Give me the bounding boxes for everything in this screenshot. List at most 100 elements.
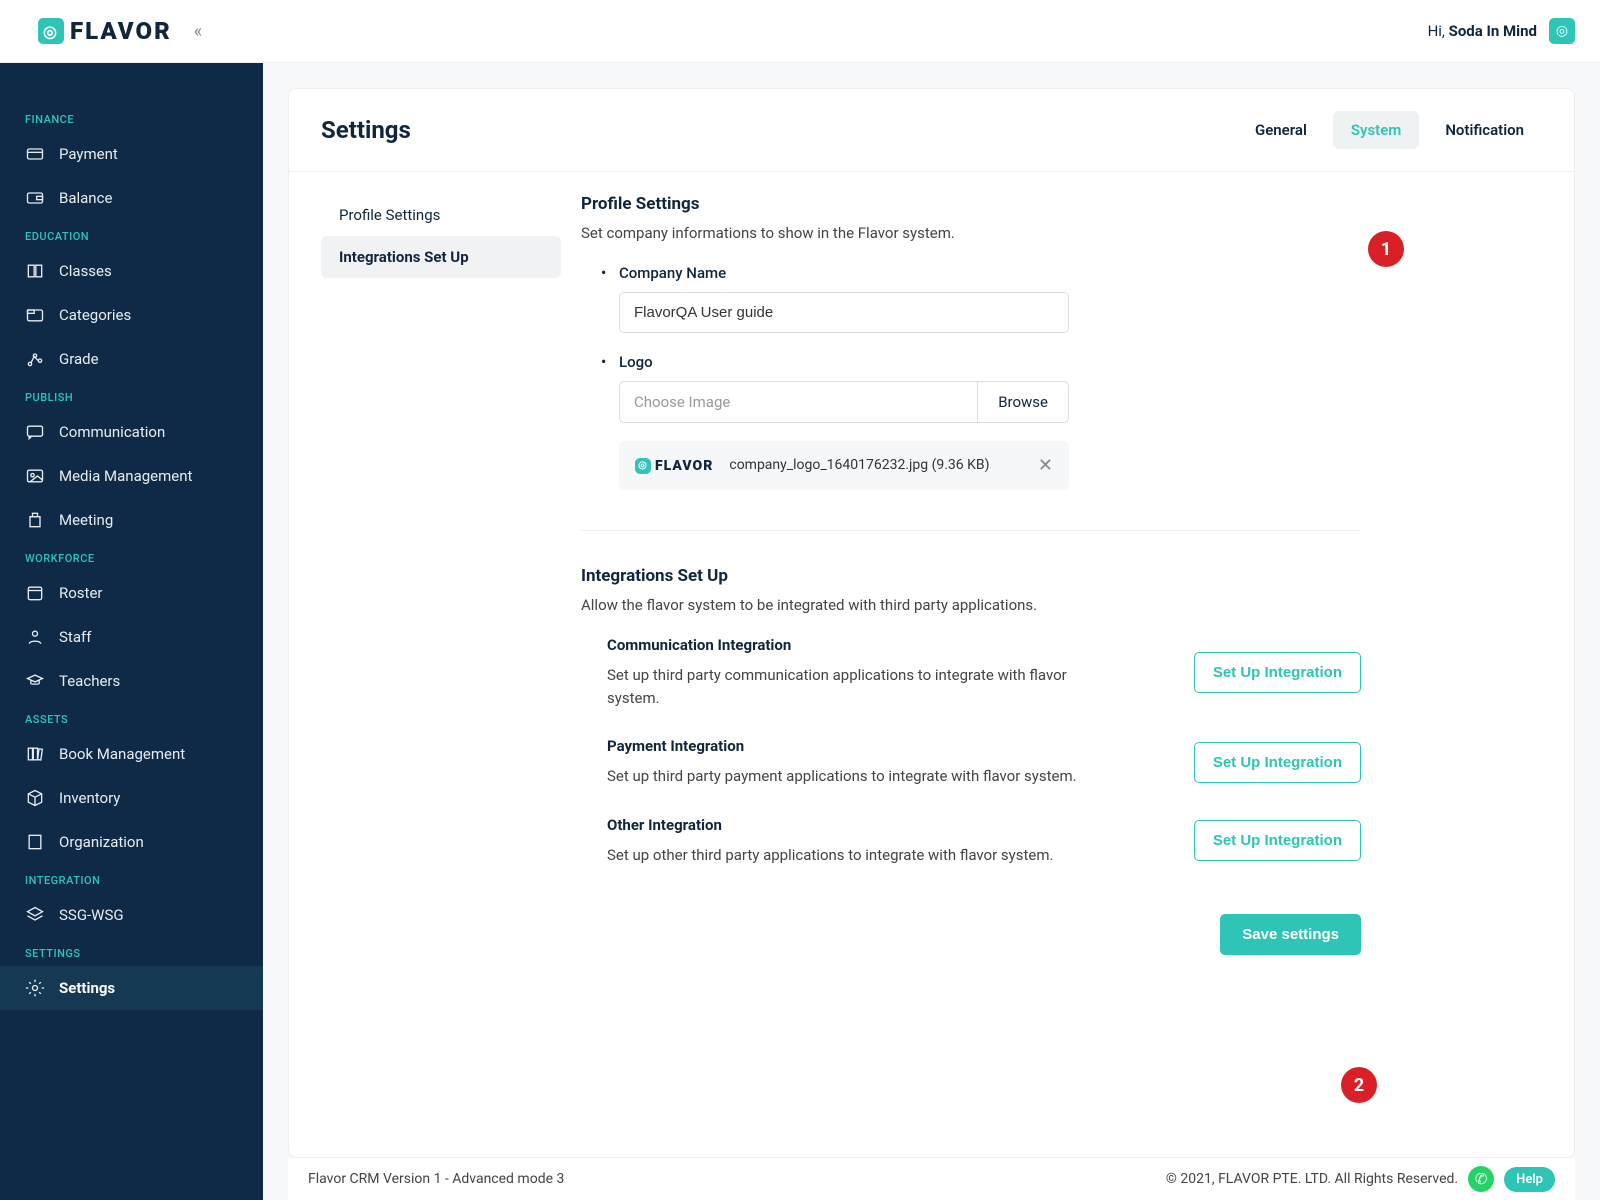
book-icon [25, 261, 45, 281]
nav-label: Meeting [59, 511, 113, 529]
nav-label: Grade [59, 350, 99, 368]
sidebar-item-roster[interactable]: Roster [0, 571, 263, 615]
profile-sub: Set company informations to show in the … [581, 224, 1361, 242]
sidebar-item-settings[interactable]: Settings [0, 966, 263, 1010]
nav-label: Organization [59, 833, 144, 851]
nav-label: Inventory [59, 789, 120, 807]
user-avatar[interactable]: ◎ [1549, 18, 1575, 44]
sidebar-item-book-management[interactable]: Book Management [0, 732, 263, 776]
tab-general[interactable]: General [1237, 111, 1325, 149]
nav-section-title: PUBLISH [0, 381, 263, 410]
logo-label: Logo [619, 353, 1361, 371]
tab-system[interactable]: System [1333, 111, 1419, 149]
setup-integration-button[interactable]: Set Up Integration [1194, 742, 1361, 783]
integration-desc: Set up third party payment applications … [607, 765, 1077, 788]
nav-section-title: EDUCATION [0, 220, 263, 249]
tab-notification[interactable]: Notification [1427, 111, 1542, 149]
chat-icon [25, 422, 45, 442]
nav-label: Book Management [59, 745, 185, 763]
sidebar-item-organization[interactable]: Organization [0, 820, 263, 864]
remove-file-icon[interactable]: ✕ [1038, 455, 1053, 476]
nav-section-title: ASSETS [0, 703, 263, 732]
sidebar-item-media-management[interactable]: Media Management [0, 454, 263, 498]
logo-mark-icon: ◎ [38, 18, 64, 44]
file-name: company_logo_1640176232.jpg (9.36 KB) [729, 456, 1022, 476]
save-settings-button[interactable]: Save settings [1220, 914, 1361, 955]
topbar: ◎ FLAVOR « Hi, Soda In Mind ◎ [0, 0, 1600, 63]
footer-version: Flavor CRM Version 1 - Advanced mode 3 [308, 1171, 564, 1187]
card-icon [25, 144, 45, 164]
integration-desc: Set up other third party applications to… [607, 844, 1053, 867]
sidebar-item-categories[interactable]: Categories [0, 293, 263, 337]
main: Settings GeneralSystemNotification Profi… [263, 63, 1600, 1200]
podium-icon [25, 510, 45, 530]
nav-label: Settings [59, 979, 115, 997]
integration-desc: Set up third party communication applica… [607, 664, 1077, 709]
sidebar-item-ssg-wsg[interactable]: SSG-WSG [0, 893, 263, 937]
integration-title: Communication Integration [607, 636, 1077, 654]
brand-text: FLAVOR [70, 17, 172, 45]
layers-icon [25, 905, 45, 925]
greeting: Hi, Soda In Mind [1428, 22, 1537, 40]
brand-logo[interactable]: ◎ FLAVOR [38, 17, 172, 45]
nav-label: Media Management [59, 467, 192, 485]
nav-label: Staff [59, 628, 91, 646]
nav-section-title: SETTINGS [0, 937, 263, 966]
footer: Flavor CRM Version 1 - Advanced mode 3 ©… [288, 1158, 1575, 1200]
nav-section-title: INTEGRATION [0, 864, 263, 893]
callout-2: 2 [1341, 1067, 1377, 1103]
media-icon [25, 466, 45, 486]
integrations-heading: Integrations Set Up [581, 566, 1361, 586]
nav-label: Payment [59, 145, 118, 163]
nav-section-title: WORKFORCE [0, 542, 263, 571]
sidebar-item-balance[interactable]: Balance [0, 176, 263, 220]
browse-button[interactable]: Browse [977, 381, 1069, 423]
preview-logo-icon: ◎ [635, 458, 651, 474]
nav-label: Balance [59, 189, 112, 207]
callout-1: 1 [1368, 231, 1404, 267]
sidebar-item-payment[interactable]: Payment [0, 132, 263, 176]
help-button[interactable]: Help [1504, 1167, 1555, 1192]
sidebar-item-teachers[interactable]: Teachers [0, 659, 263, 703]
logo-preview: ◎FLAVOR company_logo_1640176232.jpg (9.3… [619, 441, 1069, 490]
company-name-input[interactable] [619, 292, 1069, 333]
subnav-profile-settings[interactable]: Profile Settings [321, 194, 561, 236]
page-title: Settings [321, 116, 411, 144]
collapse-sidebar-icon[interactable]: « [194, 21, 202, 42]
integration-title: Other Integration [607, 816, 1053, 834]
sidebar-item-grade[interactable]: Grade [0, 337, 263, 381]
whatsapp-icon[interactable]: ✆ [1468, 1166, 1494, 1192]
sidebar-item-staff[interactable]: Staff [0, 615, 263, 659]
nav-label: SSG-WSG [59, 906, 124, 924]
sidebar-item-classes[interactable]: Classes [0, 249, 263, 293]
sidebar-item-meeting[interactable]: Meeting [0, 498, 263, 542]
integration-title: Payment Integration [607, 737, 1077, 755]
integration-row: Other Integration Set up other third part… [581, 816, 1361, 867]
sidebar: FINANCE Payment Balance EDUCATION Classes Cat… [0, 63, 263, 1200]
books-icon [25, 744, 45, 764]
cap-icon [25, 671, 45, 691]
setup-integration-button[interactable]: Set Up Integration [1194, 652, 1361, 693]
wallet-icon [25, 188, 45, 208]
subnav-integrations-set-up[interactable]: Integrations Set Up [321, 236, 561, 278]
sidebar-item-communication[interactable]: Communication [0, 410, 263, 454]
nav-label: Roster [59, 584, 102, 602]
box-icon [25, 788, 45, 808]
gear-icon [25, 978, 45, 998]
nav-label: Categories [59, 306, 131, 324]
tabs: GeneralSystemNotification [1237, 111, 1542, 149]
setup-integration-button[interactable]: Set Up Integration [1194, 820, 1361, 861]
settings-card: Settings GeneralSystemNotification Profi… [288, 88, 1575, 1158]
nav-label: Classes [59, 262, 112, 280]
sidebar-item-inventory[interactable]: Inventory [0, 776, 263, 820]
person-icon [25, 627, 45, 647]
nav-section-title: FINANCE [0, 103, 263, 132]
logo-file-input[interactable]: Choose Image [619, 381, 977, 423]
folder-icon [25, 305, 45, 325]
profile-heading: Profile Settings [581, 194, 1361, 214]
integrations-sub: Allow the flavor system to be integrated… [581, 596, 1361, 614]
subnav: Profile SettingsIntegrations Set Up [321, 194, 561, 985]
company-name-label: Company Name [619, 264, 1361, 282]
nav-label: Teachers [59, 672, 120, 690]
calendar-icon [25, 583, 45, 603]
